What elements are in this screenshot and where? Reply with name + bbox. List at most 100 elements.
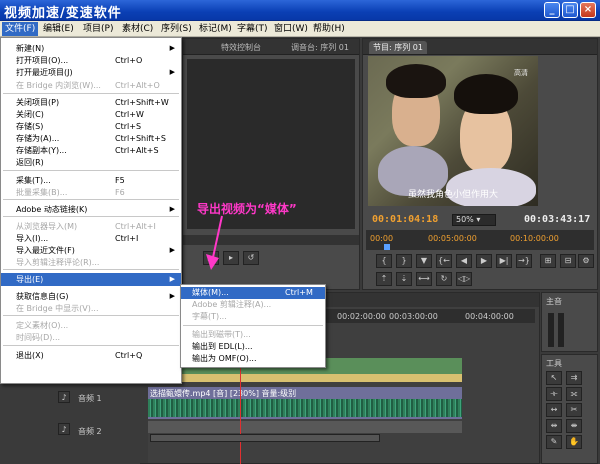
menu-edit[interactable]: 编辑(E) — [40, 22, 77, 36]
tab-audio-mixer[interactable]: 调音台: 序列 01 — [287, 41, 353, 54]
mark-in-button[interactable]: { — [376, 254, 392, 268]
menu-clip[interactable]: 素材(C) — [119, 22, 156, 36]
audio-clip-label: 选描甄嬛传.mp4 [音] [230%] 音量:级别 — [150, 389, 297, 398]
source-loop-button[interactable]: ↺ — [243, 251, 259, 265]
file-menu-item-shortcut: Ctrl+Q — [115, 351, 143, 360]
menu-project[interactable]: 项目(P) — [80, 22, 116, 36]
export-submenu-item-media[interactable]: 媒体(M)... Ctrl+M — [181, 287, 325, 299]
submenu-arrow-icon: ▶ — [169, 68, 175, 76]
export-submenu-item-export-omf[interactable]: 输出为 OMF(O)... — [181, 353, 325, 365]
rate-stretch-tool-icon[interactable]: ↔ — [546, 403, 562, 417]
tab-program[interactable]: 节目: 序列 01 — [369, 41, 427, 54]
ruler-label-0: 00:00 — [370, 234, 394, 243]
audio-master-tab[interactable]: 主音 — [546, 296, 562, 307]
slide-tool-icon[interactable]: ⇼ — [566, 419, 582, 433]
selection-tool-icon[interactable]: ↖ — [546, 371, 562, 385]
timeline-ruler-1: 00:03:00:00 — [389, 312, 438, 321]
file-menu-item-dynamic-link[interactable]: Adobe 动态链接(K) ▶ — [1, 203, 181, 216]
window-title: 视频加速/变速软件 — [4, 6, 122, 21]
zoom-select[interactable]: 50% ▾ — [452, 214, 496, 226]
annotation-arrow — [206, 215, 223, 270]
submenu-arrow-icon: ▶ — [169, 275, 175, 283]
export-submenu-item-export-edl[interactable]: 输出到 EDL(L)... — [181, 341, 325, 353]
file-menu-item-label: 退出(X) — [16, 351, 44, 360]
tab-effect-controls[interactable]: 特效控制台 — [217, 41, 265, 54]
go-in-button[interactable]: {← — [436, 254, 452, 268]
marker-button[interactable]: ▼ — [416, 254, 432, 268]
playhead-marker[interactable] — [384, 244, 390, 250]
figure-left-hair — [386, 64, 446, 98]
file-menu-item-label: 时间码(D)... — [16, 333, 61, 342]
file-menu-item-open-recent-project[interactable]: 打开最近项目(J) ▶ — [1, 66, 181, 79]
file-menu-item-label: 返回(R) — [16, 158, 44, 167]
maximize-button[interactable]: □ — [562, 2, 578, 18]
video-subtitle: 虽然我角色小但作用大 — [407, 190, 498, 200]
file-menu-item-shortcut: F6 — [115, 188, 125, 197]
program-duration: 00:03:43:17 — [524, 214, 591, 225]
export-submenu-item-label: Adobe 剪辑注释(A)... — [192, 300, 272, 309]
file-menu-item-label: 导出(E) — [16, 275, 44, 284]
export-submenu-item-title: 字幕(T)... — [181, 311, 325, 323]
output-settings-button[interactable]: ⚙ — [578, 254, 594, 268]
rolling-edit-tool-icon[interactable]: ⟗ — [566, 387, 582, 401]
menu-sequence[interactable]: 序列(S) — [158, 22, 195, 36]
lift-button[interactable]: ⇡ — [376, 272, 392, 286]
hand-tool-icon[interactable]: ✋ — [566, 435, 582, 449]
tools-tab[interactable]: 工具 — [546, 358, 562, 369]
file-menu-item-label: 批量采集(B)... — [16, 188, 68, 197]
audio-track-2[interactable] — [148, 421, 462, 433]
menu-window[interactable]: 窗口(W) — [271, 22, 311, 36]
level-meter-left — [548, 313, 554, 347]
menu-separator — [3, 269, 179, 270]
ripple-edit-tool-icon[interactable]: ⟛ — [546, 387, 562, 401]
menu-marker[interactable]: 标记(M) — [196, 22, 235, 36]
step-back-button[interactable]: ◀ — [456, 254, 472, 268]
export-submenu-item-export-to-tape: 输出到磁带(T)... — [181, 329, 325, 341]
timeline-scrollbar[interactable] — [150, 434, 380, 442]
file-menu-item-exit[interactable]: 退出(X) Ctrl+Q — [1, 349, 181, 362]
export-submenu-item-clip-notes: Adobe 剪辑注释(A)... — [181, 299, 325, 311]
audio-track-1-label: 音频 1 — [78, 394, 102, 403]
razor-tool-icon[interactable]: ✂ — [566, 403, 582, 417]
menu-help[interactable]: 帮助(H) — [310, 22, 348, 36]
trim-button[interactable]: ⟷ — [416, 272, 432, 286]
ruler-label-1: 00:05:00:00 — [428, 234, 477, 243]
track-headers: 音频 1 音频 2 ♪ ♪ — [56, 383, 148, 463]
export-frame-button[interactable]: ⊞ — [540, 254, 556, 268]
shuttle-button[interactable]: ◁▷ — [456, 272, 472, 286]
speaker-icon-2[interactable]: ♪ — [58, 423, 70, 435]
menu-separator — [3, 315, 179, 316]
track-select-tool-icon[interactable]: ⇉ — [566, 371, 582, 385]
menu-file[interactable]: 文件(F) — [2, 22, 39, 36]
step-forward-button[interactable]: ▶| — [496, 254, 512, 268]
export-submenu: 媒体(M)... Ctrl+M Adobe 剪辑注释(A)... 字幕(T)... 输出… — [180, 284, 326, 368]
export-submenu-item-shortcut: Ctrl+M — [285, 288, 313, 297]
file-menu-item-revert[interactable]: 返回(R) — [1, 156, 181, 169]
mark-out-button[interactable]: } — [396, 254, 412, 268]
menu-title[interactable]: 字幕(T) — [234, 22, 271, 36]
pen-tool-icon[interactable]: ✎ — [546, 435, 562, 449]
export-submenu-item-label: 输出到磁带(T)... — [192, 330, 251, 339]
play-button[interactable]: ▶ — [476, 254, 492, 268]
close-button[interactable]: × — [580, 2, 596, 18]
title-bar: 视频加速/变速软件 _ □ × — [0, 0, 600, 21]
program-timecode[interactable]: 00:01:04:18 — [372, 214, 438, 225]
audio-clip[interactable]: 选描甄嬛传.mp4 [音] [230%] 音量:级别 — [148, 387, 462, 419]
safe-margins-button[interactable]: ⊟ — [560, 254, 576, 268]
file-menu-item-export[interactable]: 导出(E) ▶ — [1, 273, 181, 286]
timeline-ruler-2: 00:04:00:00 — [465, 312, 514, 321]
extract-button[interactable]: ⇣ — [396, 272, 412, 286]
speaker-icon[interactable]: ♪ — [58, 391, 70, 403]
menu-separator — [3, 216, 179, 217]
level-meter-right — [558, 313, 564, 347]
go-out-button[interactable]: →} — [516, 254, 532, 268]
slip-tool-icon[interactable]: ⇹ — [546, 419, 562, 433]
menu-separator — [183, 325, 323, 326]
program-tabbar: 节目: 序列 01 — [363, 39, 597, 55]
loop-button[interactable]: ↻ — [436, 272, 452, 286]
file-menu-item-label: Adobe 动态链接(K) — [16, 205, 88, 214]
minimize-button[interactable]: _ — [544, 2, 560, 18]
program-video: 高清 虽然我角色小但作用大 — [368, 56, 538, 206]
video-logo: 高清 — [514, 69, 528, 77]
program-ruler[interactable]: 00:00 00:05:00:00 00:10:00:00 — [366, 230, 594, 250]
